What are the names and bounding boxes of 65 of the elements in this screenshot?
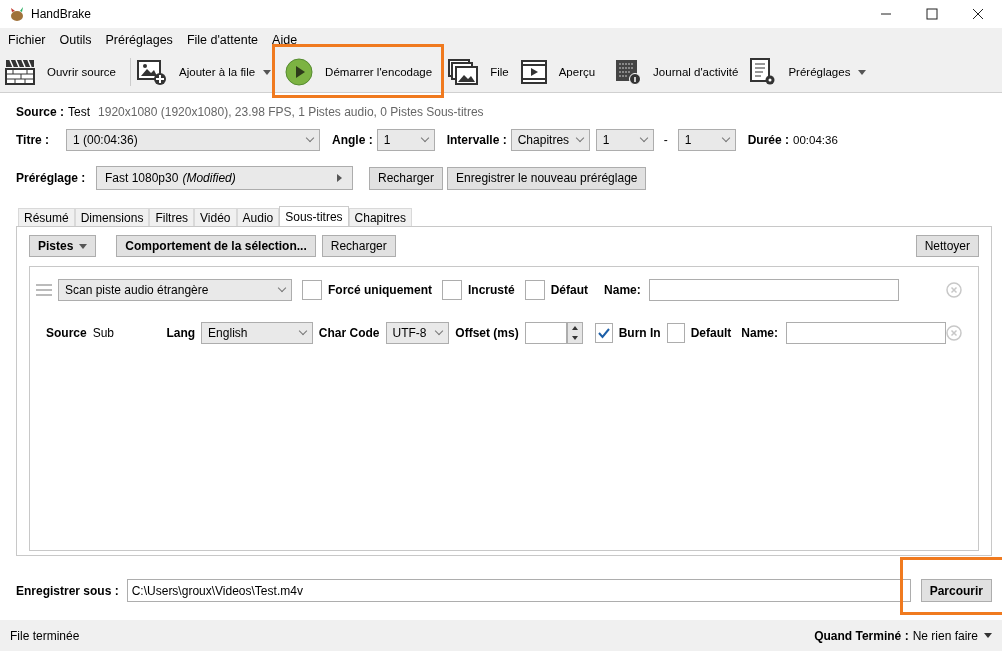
range-start-dropdown[interactable]: 1 bbox=[595, 129, 654, 151]
preset-button[interactable]: Recharger bbox=[369, 166, 444, 190]
toolbar-button[interactable]: File bbox=[490, 66, 509, 78]
preset-button[interactable]: Enregistrer le nouveau préréglage bbox=[447, 166, 647, 190]
source-label: Source : bbox=[16, 105, 64, 119]
tab[interactable]: Filtres bbox=[149, 208, 195, 226]
toolbar-button[interactable]: Préréglages bbox=[788, 66, 851, 78]
title-label: Titre : bbox=[16, 133, 51, 147]
checkbox-label: Default bbox=[690, 326, 732, 340]
source-name: Test bbox=[68, 105, 91, 119]
when-done-label: Quand Terminé : bbox=[814, 628, 909, 643]
source-value: Sub bbox=[92, 326, 116, 340]
track-dropdown[interactable]: Scan piste audio étrangère bbox=[58, 279, 292, 301]
modified-note: (Modified) bbox=[182, 171, 236, 185]
selection-behavior-button[interactable]: Comportement de la sélection... bbox=[116, 235, 316, 257]
name-label: Name: bbox=[604, 283, 641, 297]
title-dropdown[interactable]: 1 (00:04:36) bbox=[66, 129, 320, 151]
language-dropdown[interactable]: English bbox=[201, 322, 313, 344]
checkbox-label: Forcé uniquement bbox=[328, 283, 432, 297]
name-label: Name: bbox=[741, 326, 778, 340]
window-title: HandBrake bbox=[31, 7, 92, 21]
source-info: 1920x1080 (1920x1080), 23.98 FPS, 1 Pistes audio, 0 Pistes Sous-titres bbox=[98, 105, 484, 119]
tab[interactable]: Audio bbox=[236, 208, 280, 226]
browse-button[interactable]: Parcourir bbox=[920, 579, 992, 602]
toolbar-button[interactable]: Journal d'activité bbox=[653, 66, 739, 78]
preset-label: Préréglage : bbox=[16, 171, 87, 185]
tab[interactable]: Vidéo bbox=[194, 208, 237, 226]
menu-item[interactable]: Préréglages bbox=[105, 33, 173, 47]
preset-name: Fast 1080p30 bbox=[105, 171, 179, 185]
offset-label: Offset (ms) bbox=[455, 326, 519, 340]
tab[interactable]: Résumé bbox=[18, 208, 75, 226]
reload-button[interactable]: Recharger bbox=[321, 235, 396, 257]
checkbox-label: Défaut bbox=[550, 283, 589, 297]
toolbar-button[interactable]: Aperçu bbox=[558, 66, 596, 78]
char-code-dropdown[interactable]: UTF-8 bbox=[385, 322, 450, 344]
preset-selector[interactable]: Fast 1080p30 (Modified) bbox=[96, 166, 353, 190]
when-done-dropdown[interactable]: Ne rien faire bbox=[912, 628, 992, 643]
range-mode-dropdown[interactable]: Chapitres bbox=[510, 129, 590, 151]
char-code-label: Char Code bbox=[318, 326, 380, 340]
clear-button[interactable]: Nettoyer bbox=[915, 235, 979, 257]
duration-label: Durée : bbox=[747, 133, 790, 147]
range-separator: - bbox=[662, 133, 669, 147]
save-as-label: Enregistrer sous : bbox=[16, 583, 119, 598]
angle-label: Angle : bbox=[332, 133, 373, 147]
tab[interactable]: Sous-titres bbox=[279, 206, 349, 226]
toolbar-button[interactable]: Ouvrir source bbox=[47, 66, 117, 78]
range-label: Intervalle : bbox=[446, 133, 507, 147]
toolbar-button[interactable]: Ajouter à la file bbox=[179, 66, 256, 78]
checkbox-label: Incrusté bbox=[468, 283, 515, 297]
tracks-button[interactable]: Pistes bbox=[29, 235, 97, 257]
tab[interactable]: Chapitres bbox=[348, 208, 412, 226]
angle-dropdown[interactable]: 1 bbox=[376, 129, 435, 151]
status-text: File terminée bbox=[10, 628, 80, 643]
toolbar-button[interactable]: Démarrer l'encodage bbox=[325, 66, 433, 78]
menu-item[interactable]: Aide bbox=[272, 33, 298, 47]
source-label: Source bbox=[46, 326, 87, 340]
menu-item[interactable]: Fichier bbox=[8, 33, 46, 47]
duration-value: 00:04:36 bbox=[793, 134, 838, 146]
menu-item[interactable]: Outils bbox=[59, 33, 92, 47]
language-label: Lang bbox=[166, 326, 196, 340]
save-path-field[interactable]: C:\Users\groux\Videos\Test.m4v bbox=[126, 579, 911, 602]
menu-item[interactable]: File d'attente bbox=[186, 33, 259, 47]
tab[interactable]: Dimensions bbox=[74, 208, 150, 226]
checkbox-label: Burn In bbox=[618, 326, 661, 340]
range-end-dropdown[interactable]: 1 bbox=[677, 129, 736, 151]
